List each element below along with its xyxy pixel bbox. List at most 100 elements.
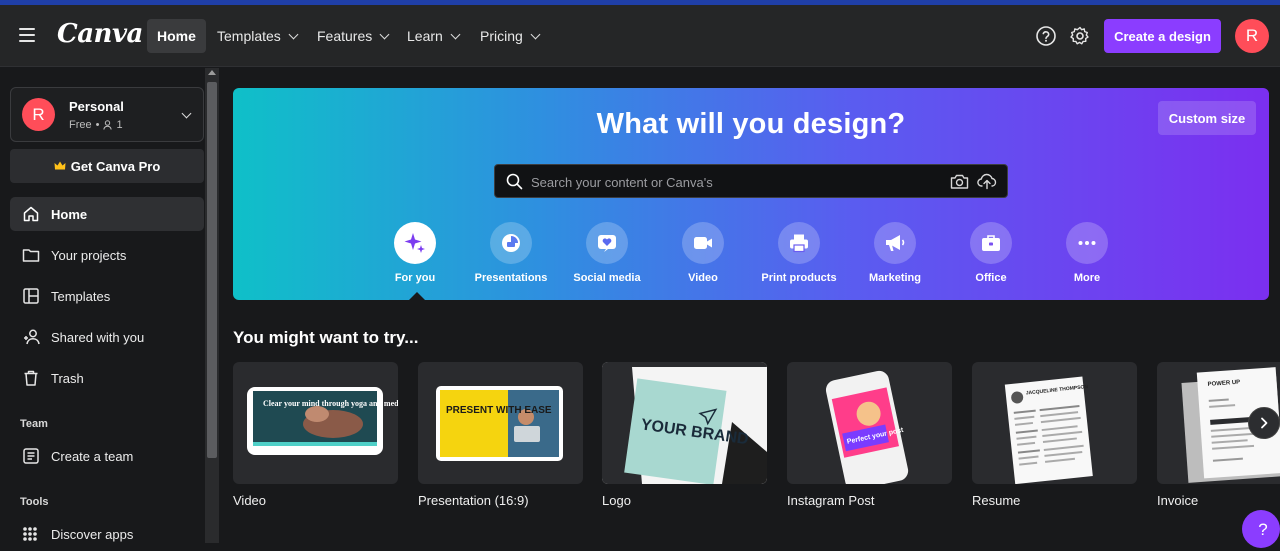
- sidebar-item-your-projects[interactable]: Your projects: [10, 238, 204, 272]
- people-icon: [24, 329, 40, 345]
- category-social-media[interactable]: Social media: [562, 222, 652, 292]
- account-name: Personal: [69, 99, 124, 114]
- category-label: More: [1073, 272, 1101, 284]
- help-icon[interactable]: [1035, 25, 1057, 47]
- account-switcher[interactable]: R Personal Free • 1: [10, 87, 204, 142]
- nav-templates[interactable]: Templates: [207, 19, 307, 53]
- card-label-video[interactable]: Video: [233, 493, 266, 508]
- search-input[interactable]: [531, 172, 931, 192]
- presentation-thumb-text: PRESENT WITH EASE: [446, 405, 552, 416]
- sidebar-scrollbar-thumb[interactable]: [207, 82, 217, 458]
- category-label: Print products: [761, 272, 837, 284]
- sidebar-item-label: Your projects: [51, 247, 127, 263]
- upload-cloud-icon[interactable]: [977, 172, 997, 190]
- member-icon: [103, 120, 113, 130]
- folder-icon: [22, 249, 40, 262]
- sidebar-section-tools: Tools: [20, 496, 49, 508]
- help-floating-button[interactable]: ?: [1242, 510, 1280, 548]
- suggestion-card-logo[interactable]: YOUR BRAND: [602, 362, 767, 484]
- category-label: Presentations: [474, 272, 548, 284]
- video-thumbnail: Clear your mind through yoga and meditat…: [247, 387, 398, 455]
- chevron-down-icon: [379, 29, 390, 39]
- more-icon: [1078, 241, 1096, 245]
- apps-grid-icon: [23, 527, 37, 541]
- suggestion-card-resume[interactable]: JACQUELINE THOMPSON: [972, 362, 1137, 484]
- category-marketing[interactable]: Marketing: [850, 222, 940, 292]
- get-canva-pro-button[interactable]: Get Canva Pro: [10, 149, 204, 183]
- card-label-invoice[interactable]: Invoice: [1157, 493, 1198, 508]
- suggestion-card-video[interactable]: Clear your mind through yoga and meditat…: [233, 362, 398, 484]
- chevron-down-icon: [450, 29, 461, 39]
- category-label: Video: [688, 272, 718, 284]
- chevron-down-icon: [530, 29, 541, 39]
- chevron-right-icon: [1261, 417, 1268, 429]
- nav-home[interactable]: Home: [147, 19, 206, 53]
- sidebar-item-discover-apps[interactable]: Discover apps: [10, 517, 204, 551]
- card-label-resume[interactable]: Resume: [972, 493, 1020, 508]
- briefcase-icon: [982, 235, 1000, 251]
- category-circle: [1066, 222, 1108, 264]
- templates-icon: [23, 288, 39, 304]
- category-print-products[interactable]: Print products: [754, 222, 844, 292]
- card-label-presentation[interactable]: Presentation (16:9): [418, 493, 529, 508]
- card-label-instagram-post[interactable]: Instagram Post: [787, 493, 874, 508]
- suggestion-card-presentation[interactable]: PRESENT WITH EASE: [418, 362, 583, 484]
- category-circle: [586, 222, 628, 264]
- custom-size-button[interactable]: Custom size: [1158, 101, 1256, 135]
- account-avatar: R: [22, 98, 55, 131]
- sidebar-item-templates[interactable]: Templates: [10, 279, 204, 313]
- category-label: Marketing: [869, 272, 921, 284]
- category-label: Social media: [573, 272, 641, 284]
- instagram-post-thumbnail: Perfect your post: [825, 370, 909, 484]
- category-label: For you: [394, 272, 436, 284]
- sidebar-item-label: Create a team: [51, 448, 134, 464]
- category-presentations[interactable]: Presentations: [466, 222, 556, 292]
- scroll-up-arrow-icon[interactable]: [208, 70, 216, 75]
- nav-pricing[interactable]: Pricing: [470, 19, 549, 53]
- logo-thumbnail: YOUR BRAND: [602, 362, 767, 484]
- camera-icon[interactable]: [950, 173, 969, 190]
- get-canva-pro-label: Get Canva Pro: [70, 158, 161, 174]
- selected-category-pointer: [409, 292, 425, 300]
- category-circle: [778, 222, 820, 264]
- category-circle: [394, 222, 436, 264]
- suggestions-title: You might want to try...: [233, 328, 419, 347]
- sparkle-icon: [404, 233, 425, 253]
- category-video[interactable]: Video: [658, 222, 748, 292]
- canva-logo[interactable]: Canva: [57, 19, 143, 49]
- sidebar-item-create-a-team[interactable]: Create a team: [10, 439, 204, 473]
- sidebar-item-label: Discover apps: [51, 526, 134, 542]
- trash-icon: [24, 370, 38, 386]
- printer-icon: [790, 234, 808, 253]
- category-circle: [970, 222, 1012, 264]
- account-plan: Free: [69, 119, 92, 131]
- category-more[interactable]: More: [1042, 222, 1132, 292]
- separator-dot: •: [95, 119, 100, 131]
- video-icon: [694, 237, 712, 249]
- category-circle: [682, 222, 724, 264]
- chevron-down-icon: [181, 108, 192, 119]
- nav-learn[interactable]: Learn: [397, 19, 469, 53]
- category-for-you[interactable]: For you: [370, 222, 460, 292]
- category-circle: [874, 222, 916, 264]
- team-icon: [23, 448, 39, 464]
- user-avatar[interactable]: R: [1235, 19, 1269, 53]
- settings-gear-icon[interactable]: [1069, 25, 1091, 47]
- hero-title: What will you design?: [596, 108, 906, 140]
- crown-icon: [54, 161, 66, 170]
- category-office[interactable]: Office: [946, 222, 1036, 292]
- create-a-design-button[interactable]: Create a design: [1104, 19, 1221, 53]
- carousel-next-button[interactable]: [1248, 407, 1280, 439]
- top-navigation-bar: Canva Home Templates Features Learn Pric…: [0, 5, 1280, 67]
- sidebar-item-label: Templates: [51, 288, 111, 304]
- sidebar-item-trash[interactable]: Trash: [10, 361, 204, 395]
- nav-features[interactable]: Features: [307, 19, 398, 53]
- account-plan-info: Free • 1: [69, 119, 123, 131]
- hamburger-menu-icon[interactable]: [19, 28, 35, 42]
- suggestion-card-instagram-post[interactable]: Perfect your post: [787, 362, 952, 484]
- sidebar-item-label: Shared with you: [51, 329, 145, 345]
- home-icon: [23, 206, 39, 222]
- sidebar-item-home[interactable]: Home: [10, 197, 204, 231]
- sidebar-item-shared-with-you[interactable]: Shared with you: [10, 320, 204, 354]
- card-label-logo[interactable]: Logo: [602, 493, 631, 508]
